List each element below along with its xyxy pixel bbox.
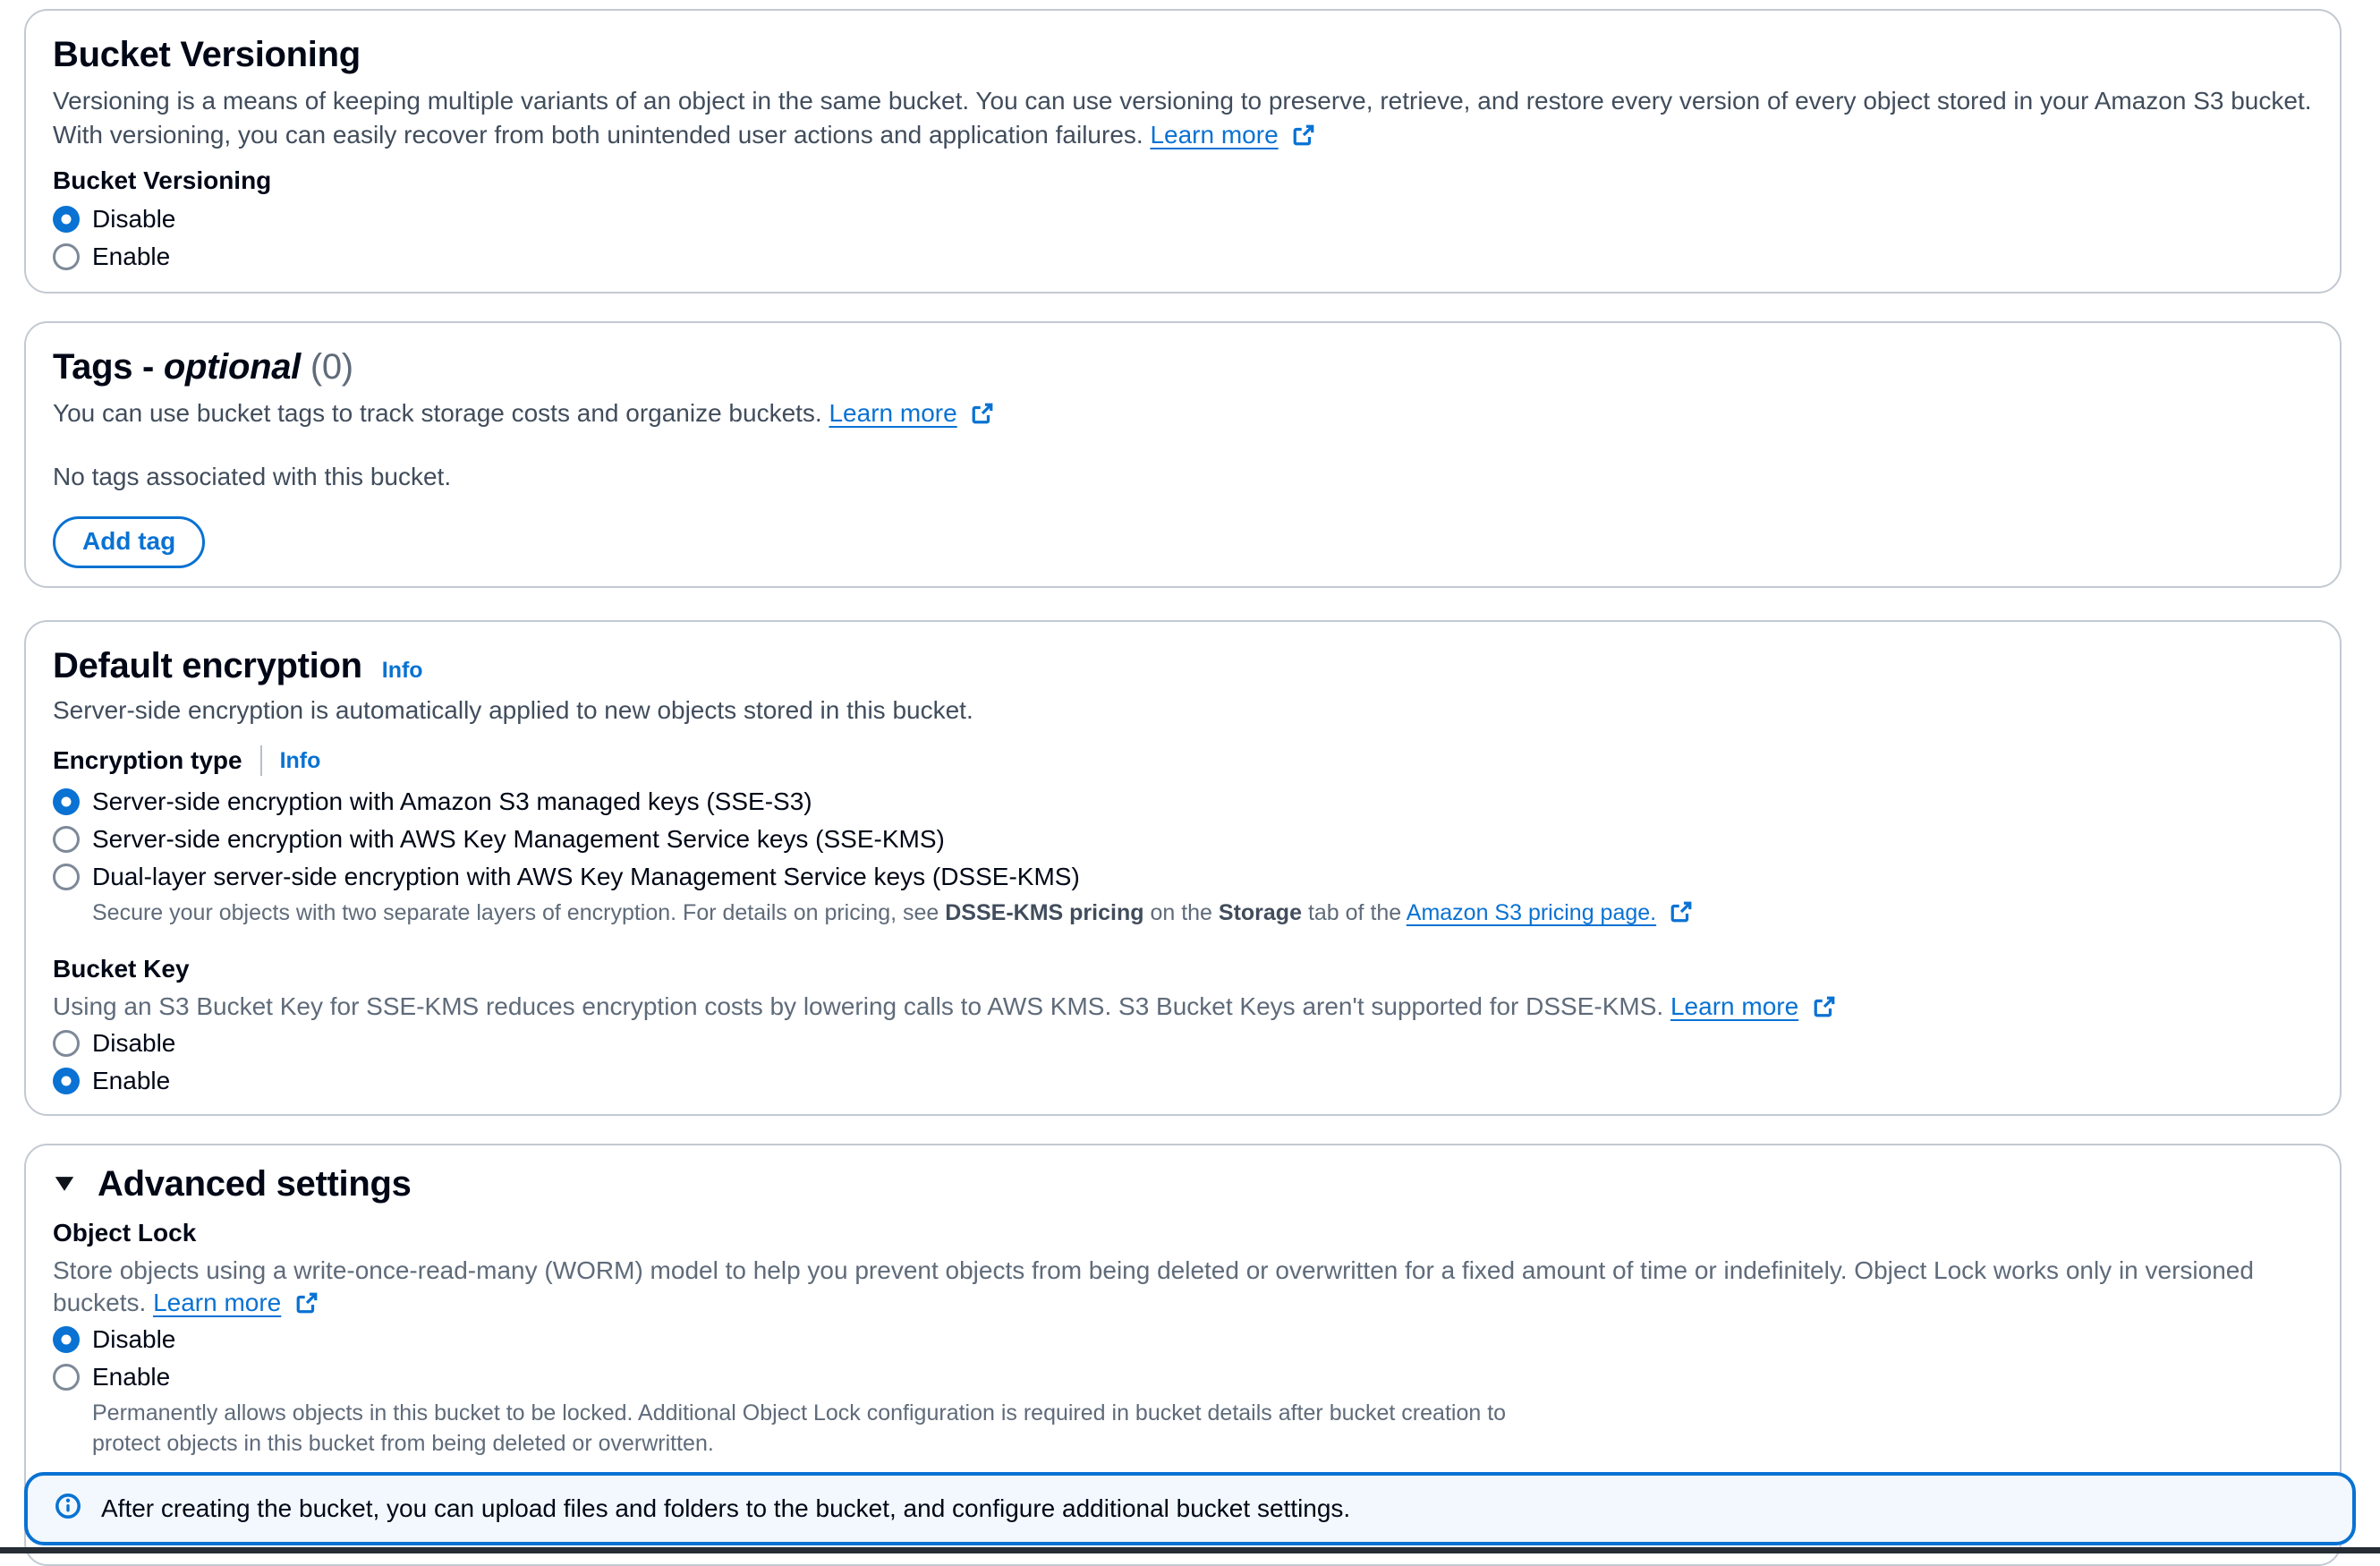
dsse-kms-option: Dual-layer server-side encryption with A… xyxy=(53,860,2313,894)
object-lock-disable-option: Disable xyxy=(53,1323,2313,1357)
bucket-key-disable-radio[interactable] xyxy=(53,1030,80,1057)
object-lock-enable-option: Enable xyxy=(53,1360,2313,1394)
object-lock-enable-radio[interactable] xyxy=(53,1364,80,1391)
object-lock-enable-label: Enable xyxy=(92,1362,170,1392)
bucket-key-disable-label: Disable xyxy=(92,1028,175,1059)
bucket-key-label: Bucket Key xyxy=(53,955,2313,983)
object-lock-label: Object Lock xyxy=(53,1219,2313,1247)
advanced-settings-header[interactable]: Advanced settings xyxy=(53,1163,2313,1204)
info-icon xyxy=(55,1493,81,1526)
object-lock-disable-label: Disable xyxy=(92,1324,175,1355)
create-bucket-settings-page: Bucket Versioning Versioning is a means … xyxy=(0,0,2380,1566)
external-link-icon xyxy=(1279,121,1316,149)
encryption-type-label-row: Encryption type Info xyxy=(53,745,2313,776)
tags-count: (0) xyxy=(310,347,353,387)
tags-description: You can use bucket tags to track storage… xyxy=(53,396,2313,430)
object-lock-enable-note: Permanently allows objects in this bucke… xyxy=(92,1398,1577,1459)
sse-kms-radio[interactable] xyxy=(53,826,80,853)
bucket-versioning-description: Versioning is a means of keeping multipl… xyxy=(53,84,2313,152)
default-encryption-title-row: Default encryption Info xyxy=(53,645,2313,686)
bucket-versioning-field-label: Bucket Versioning xyxy=(53,166,2313,195)
object-lock-description: Store objects using a write-once-read-ma… xyxy=(53,1255,2313,1319)
external-link-icon xyxy=(281,1289,319,1316)
sse-s3-label: Server-side encryption with Amazon S3 ma… xyxy=(92,787,812,817)
bucket-versioning-card: Bucket Versioning Versioning is a means … xyxy=(24,9,2342,294)
encryption-type-label: Encryption type xyxy=(53,746,242,775)
footer-alert-text: After creating the bucket, you can uploa… xyxy=(101,1493,1350,1525)
versioning-enable-radio[interactable] xyxy=(53,243,80,270)
storage-tab-bold: Storage xyxy=(1219,900,1302,925)
sse-s3-radio[interactable] xyxy=(53,788,80,815)
external-link-icon xyxy=(1656,900,1693,925)
versioning-enable-label: Enable xyxy=(92,242,170,272)
object-lock-learn-more-link[interactable]: Learn more xyxy=(153,1289,281,1316)
versioning-disable-option: Disable xyxy=(53,202,2313,236)
sse-s3-option: Server-side encryption with Amazon S3 ma… xyxy=(53,785,2313,819)
bucket-key-learn-more-link[interactable]: Learn more xyxy=(1670,992,1798,1020)
tags-card: Tags - optional (0) You can use bucket t… xyxy=(24,321,2342,588)
caret-down-icon xyxy=(53,1174,76,1194)
versioning-disable-label: Disable xyxy=(92,204,175,234)
external-link-icon xyxy=(1798,992,1836,1020)
bucket-versioning-title: Bucket Versioning xyxy=(53,34,2313,75)
default-encryption-card: Default encryption Info Server-side encr… xyxy=(24,620,2342,1116)
tags-title-optional: optional xyxy=(164,347,301,387)
tags-learn-more-link[interactable]: Learn more xyxy=(829,399,956,427)
tags-title: Tags - optional (0) xyxy=(53,346,2313,387)
external-link-icon xyxy=(957,399,995,427)
footer-info-alert: After creating the bucket, you can uploa… xyxy=(24,1472,2356,1545)
bucket-key-disable-option: Disable xyxy=(53,1026,2313,1060)
bucket-key-enable-option: Enable xyxy=(53,1064,2313,1098)
bucket-key-description: Using an S3 Bucket Key for SSE-KMS reduc… xyxy=(53,991,2313,1023)
dsse-kms-label: Dual-layer server-side encryption with A… xyxy=(92,862,1080,892)
s3-pricing-page-link[interactable]: Amazon S3 pricing page. xyxy=(1407,900,1656,925)
add-tag-button[interactable]: Add tag xyxy=(53,516,205,568)
sse-kms-option: Server-side encryption with AWS Key Mana… xyxy=(53,822,2313,856)
bucket-key-enable-label: Enable xyxy=(92,1066,170,1096)
sse-kms-label: Server-side encryption with AWS Key Mana… xyxy=(92,824,945,855)
bucket-key-enable-radio[interactable] xyxy=(53,1068,80,1094)
dsse-kms-radio[interactable] xyxy=(53,864,80,890)
versioning-disable-radio[interactable] xyxy=(53,206,80,233)
dsse-pricing-bold: DSSE-KMS pricing xyxy=(945,900,1143,925)
dsse-kms-note: Secure your objects with two separate la… xyxy=(92,898,2313,928)
object-lock-disable-radio[interactable] xyxy=(53,1326,80,1353)
versioning-enable-option: Enable xyxy=(53,240,2313,274)
default-encryption-description: Server-side encryption is automatically … xyxy=(53,694,2313,728)
label-divider xyxy=(260,745,262,776)
advanced-settings-title: Advanced settings xyxy=(98,1163,412,1204)
tags-empty-text: No tags associated with this bucket. xyxy=(53,463,2313,491)
bottom-dark-bar xyxy=(0,1547,2380,1553)
encryption-type-info-link[interactable]: Info xyxy=(280,748,321,774)
default-encryption-title: Default encryption xyxy=(53,645,362,686)
default-encryption-info-link[interactable]: Info xyxy=(382,658,423,684)
bucket-versioning-learn-more-link[interactable]: Learn more xyxy=(1150,121,1278,149)
